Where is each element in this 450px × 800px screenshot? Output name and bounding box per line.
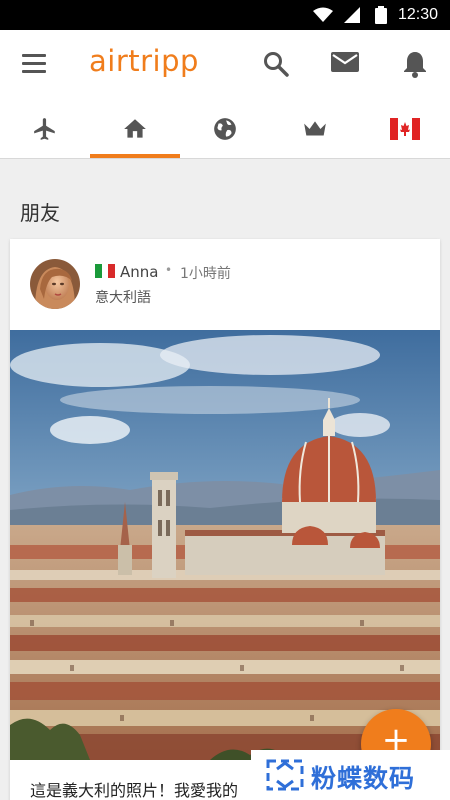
globe-icon: [214, 118, 236, 140]
app-bar: airtripp: [0, 30, 450, 100]
watermark: 粉蝶数码: [251, 750, 450, 800]
app-logo: airtripp: [89, 44, 199, 78]
watermark-logo-icon: [266, 759, 304, 791]
post-language: 意大利語: [95, 290, 151, 306]
airplane-icon: [34, 118, 55, 140]
status-bar: 12:30: [0, 0, 450, 30]
watermark-text: 粉蝶数码: [311, 764, 416, 793]
separator-dot: •: [165, 263, 173, 277]
signal-icon: [344, 7, 360, 27]
post-photo[interactable]: [10, 330, 440, 760]
home-icon: [124, 119, 146, 138]
active-tab-indicator: [90, 154, 180, 158]
bell-icon[interactable]: [402, 50, 428, 82]
canada-flag-icon: [390, 118, 420, 140]
avatar[interactable]: [30, 259, 80, 309]
tab-world[interactable]: [180, 100, 270, 158]
post-time: 1小時前: [180, 266, 231, 282]
wifi-icon: [313, 7, 333, 27]
tab-premium[interactable]: [270, 100, 360, 158]
tab-country[interactable]: [360, 100, 450, 158]
clock: 12:30: [397, 6, 438, 23]
tab-bar: [0, 100, 450, 159]
menu-icon[interactable]: [22, 54, 48, 76]
mail-icon[interactable]: [331, 50, 359, 78]
author-name[interactable]: Anna: [120, 263, 158, 281]
search-icon[interactable]: [262, 50, 290, 82]
crown-icon: [304, 121, 326, 136]
italy-flag-icon: [95, 264, 116, 278]
tab-home[interactable]: [90, 100, 180, 158]
post-caption: 這是義大利的照片！我愛我的: [30, 781, 239, 800]
tab-flights[interactable]: [0, 100, 90, 158]
battery-icon: [375, 6, 387, 28]
section-title: 朋友: [20, 201, 60, 225]
